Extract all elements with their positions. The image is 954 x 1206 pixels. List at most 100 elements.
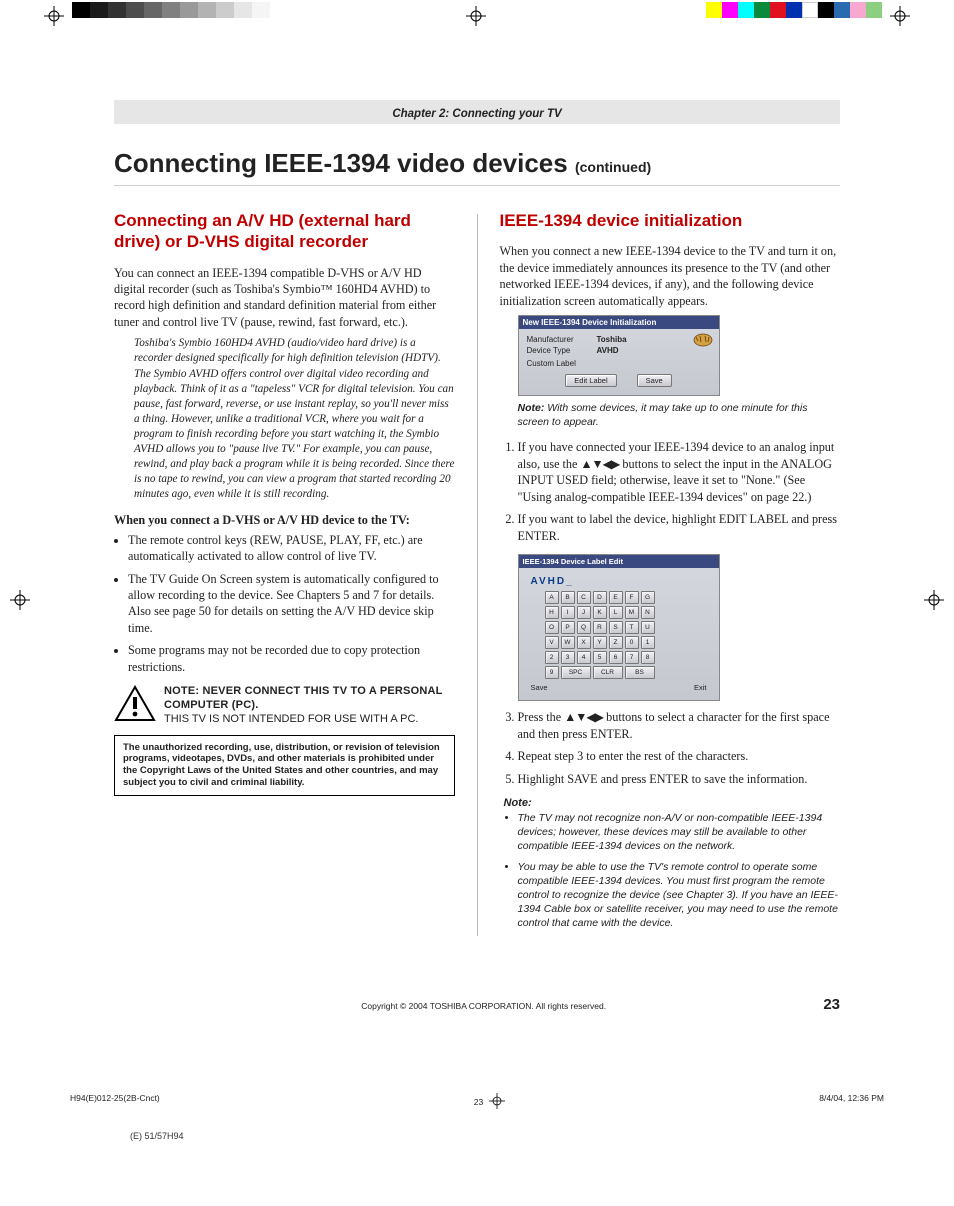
keyboard-key[interactable]: J (577, 606, 591, 619)
note-heading: Note: (500, 797, 841, 809)
keyboard-key[interactable]: Z (609, 636, 623, 649)
note-bullet-2: You may be able to use the TV's remote c… (518, 860, 841, 931)
keyboard-key[interactable]: Q (577, 621, 591, 634)
keyboard-key[interactable]: 4 (577, 651, 591, 664)
bullet-copyprotect: Some programs may not be recorded due to… (128, 642, 455, 675)
keyboard-key[interactable]: G (641, 591, 655, 604)
devicetype-label: Device Type (527, 346, 597, 355)
note-bullet-1: The TV may not recognize non-A/V or non-… (518, 811, 841, 854)
keyboard-key[interactable]: I (561, 606, 575, 619)
note-delay-text: With some devices, it may take up to one… (518, 402, 808, 428)
keyboard-key[interactable]: 2 (545, 651, 559, 664)
keyboard-key[interactable]: X (577, 636, 591, 649)
pc-warning: NOTE: NEVER CONNECT THIS TV TO A PERSONA… (114, 685, 455, 726)
edit-label-button[interactable]: Edit Label (565, 374, 616, 387)
right-intro: When you connect a new IEEE-1394 device … (500, 243, 841, 309)
left-intro: You can connect an IEEE-1394 compatible … (114, 265, 455, 331)
keyboard-key[interactable]: C (577, 591, 591, 604)
symbio-description: Toshiba's Symbio 160HD4 AVHD (audio/vide… (134, 336, 455, 502)
page-title-continued: (continued) (575, 159, 651, 175)
keyboard-key[interactable]: 0 (625, 636, 639, 649)
bottom-model-tag: (E) 51/57H94 (130, 1131, 954, 1141)
label-save-button[interactable]: Save (531, 683, 548, 692)
printer-marks-top (0, 0, 954, 40)
page-footer: Copyright © 2004 TOSHIBA CORPORATION. Al… (114, 996, 840, 1013)
keyboard-key[interactable]: D (593, 591, 607, 604)
connect-lead: When you connect a D-VHS or A/V HD devic… (114, 513, 455, 528)
custom-label-text: Custom Label (527, 359, 711, 368)
slug-date: 8/4/04, 12:36 PM (819, 1093, 884, 1111)
keyboard-key[interactable]: T (625, 621, 639, 634)
keyboard-key[interactable]: V (545, 636, 559, 649)
tiger-icon (693, 333, 713, 347)
chapter-heading: Chapter 2: Connecting your TV (114, 100, 840, 124)
registration-mark-icon (466, 6, 486, 26)
registration-mark-icon (489, 1093, 505, 1111)
two-column-layout: Connecting an A/V HD (external hard driv… (114, 210, 840, 936)
init-steps-cont: Press the ▲▼◀▶ buttons to select a chara… (500, 709, 841, 787)
keyboard-key[interactable]: 8 (641, 651, 655, 664)
devicetype-value: AVHD (597, 346, 619, 355)
left-column: Connecting an A/V HD (external hard driv… (114, 210, 455, 936)
keyboard-key[interactable]: 7 (625, 651, 639, 664)
registration-mark-icon (44, 6, 64, 26)
warning-text: NOTE: NEVER CONNECT THIS TV TO A PERSONA… (164, 685, 455, 726)
bullet-remote: The remote control keys (REW, PAUSE, PLA… (128, 532, 455, 565)
step-1: If you have connected your IEEE-1394 dev… (518, 439, 841, 505)
arrow-buttons-icon: ▲▼◀▶ (580, 457, 619, 471)
warning-line1: NOTE: NEVER CONNECT THIS TV TO A PERSONA… (164, 685, 455, 713)
step-3: Press the ▲▼◀▶ buttons to select a chara… (518, 709, 841, 742)
keyboard-key[interactable]: 6 (609, 651, 623, 664)
right-heading: IEEE-1394 device initialization (500, 210, 841, 231)
keyboard-key[interactable]: A (545, 591, 559, 604)
keyboard-key[interactable]: M (625, 606, 639, 619)
init-steps: If you have connected your IEEE-1394 dev… (500, 439, 841, 544)
label-exit-button[interactable]: Exit (694, 683, 707, 692)
keyboard-key[interactable]: 5 (593, 651, 607, 664)
page-title-text: Connecting IEEE-1394 video devices (114, 148, 568, 178)
keyboard-key[interactable]: K (593, 606, 607, 619)
keyboard-key[interactable]: F (625, 591, 639, 604)
bullet-tvguide: The TV Guide On Screen system is automat… (128, 571, 455, 637)
keyboard-key[interactable]: O (545, 621, 559, 634)
slug-page: 23 (474, 1097, 483, 1107)
keyboard-key[interactable]: H (545, 606, 559, 619)
panel1-title: New IEEE-1394 Device Initialization (519, 316, 719, 329)
keyboard-key[interactable]: SPC (561, 666, 591, 679)
keyboard-key[interactable]: W (561, 636, 575, 649)
copyright-legal-box: The unauthorized recording, use, distrib… (114, 735, 455, 797)
keyboard-key[interactable]: R (593, 621, 607, 634)
keyboard-key[interactable]: E (609, 591, 623, 604)
keyboard-key[interactable]: B (561, 591, 575, 604)
registration-mark-icon (924, 590, 944, 610)
page-title: Connecting IEEE-1394 video devices (cont… (114, 148, 840, 186)
keyboard-key[interactable]: 9 (545, 666, 559, 679)
keyboard-key[interactable]: Y (593, 636, 607, 649)
registration-mark-icon (10, 590, 30, 610)
manufacturer-label: Manufacturer (527, 335, 597, 344)
note-label: Note: (518, 402, 545, 414)
copyright-line: Copyright © 2004 TOSHIBA CORPORATION. Al… (144, 1001, 823, 1011)
keyboard-key[interactable]: BS (625, 666, 655, 679)
registration-mark-icon (890, 6, 910, 26)
keyboard-key[interactable]: 3 (561, 651, 575, 664)
keyboard-key[interactable]: CLR (593, 666, 623, 679)
label-edit-panel: IEEE-1394 Device Label Edit AVHD_ ABCDEF… (518, 554, 720, 701)
left-heading: Connecting an A/V HD (external hard driv… (114, 210, 455, 253)
keyboard-key[interactable]: L (609, 606, 623, 619)
step-4: Repeat step 3 to enter the rest of the c… (518, 748, 841, 764)
keyboard-key[interactable]: P (561, 621, 575, 634)
warning-triangle-icon (114, 685, 156, 723)
panel2-title: IEEE-1394 Device Label Edit (519, 555, 719, 568)
step-2: If you want to label the device, highlig… (518, 511, 841, 544)
keyboard-key[interactable]: U (641, 621, 655, 634)
keyboard-key[interactable]: S (609, 621, 623, 634)
connect-bullets: The remote control keys (REW, PAUSE, PLA… (114, 532, 455, 676)
keyboard-key[interactable]: 1 (641, 636, 655, 649)
page-number: 23 (823, 996, 840, 1013)
color-bars-icon (706, 2, 882, 18)
column-divider (477, 214, 478, 936)
save-button[interactable]: Save (637, 374, 672, 387)
label-field[interactable]: AVHD_ (527, 574, 711, 589)
keyboard-key[interactable]: N (641, 606, 655, 619)
